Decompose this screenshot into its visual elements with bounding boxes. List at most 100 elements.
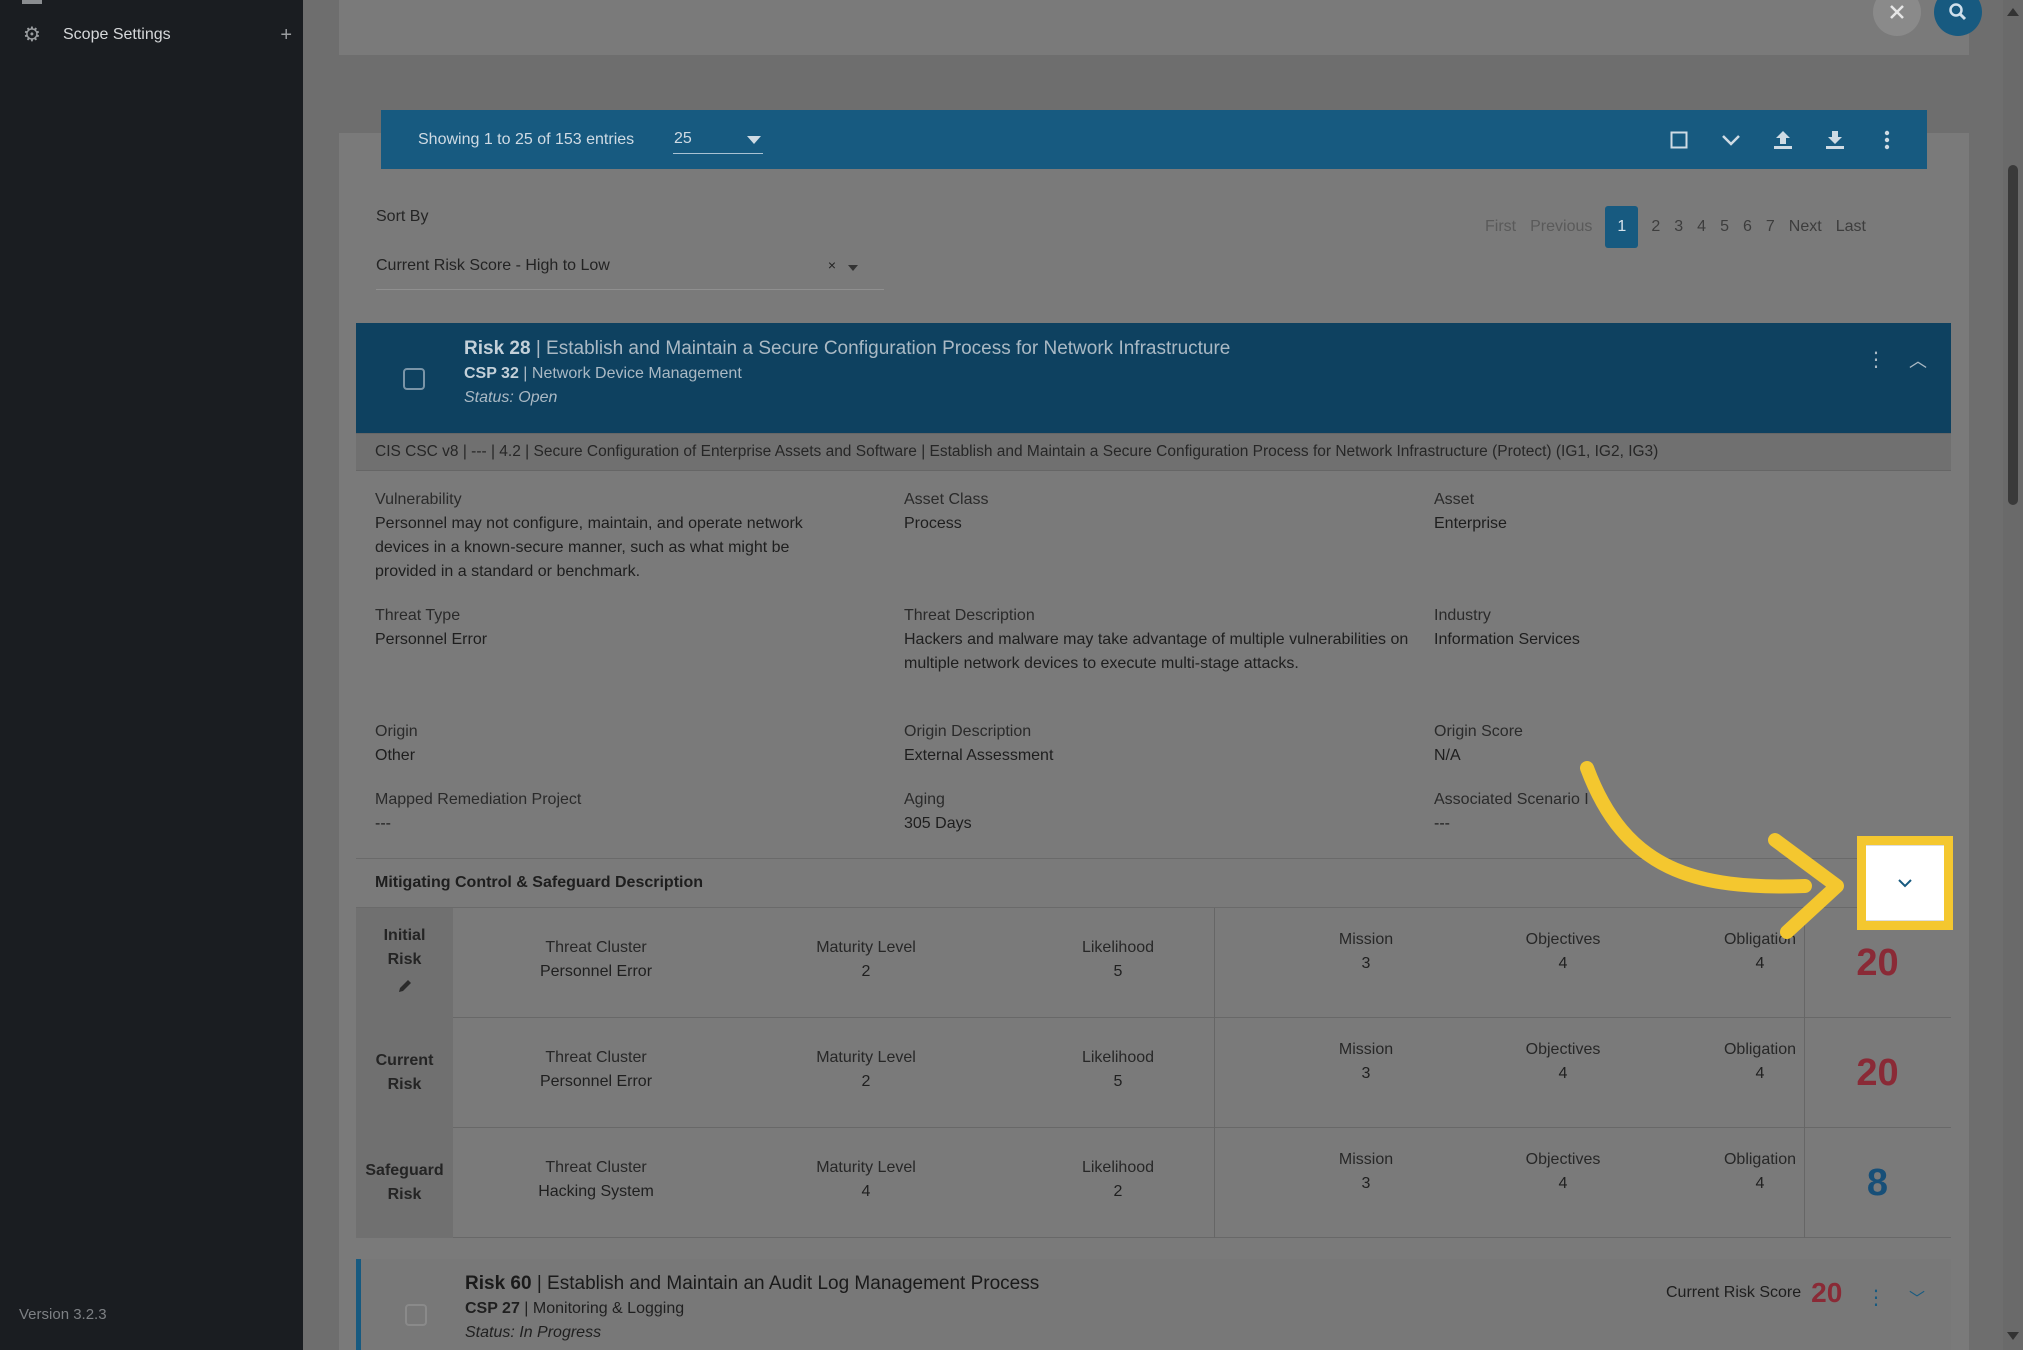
- annotation-arrow: [1580, 761, 1844, 939]
- row-label-line: Safeguard: [365, 1162, 444, 1179]
- risk-csp: CSP 32 | Network Device Management: [464, 365, 742, 382]
- current-risk-row: Current Risk Threat Cluster Personnel Err…: [356, 1018, 1951, 1128]
- pencil-icon: [398, 980, 411, 992]
- field-value: N/A: [1434, 747, 1461, 764]
- kebab-icon: [1884, 130, 1890, 149]
- page-number[interactable]: 5: [1720, 218, 1729, 236]
- page-number[interactable]: 1: [1605, 206, 1639, 248]
- kebab-icon[interactable]: ⋮: [1866, 1285, 1886, 1310]
- page-last[interactable]: Last: [1836, 218, 1866, 236]
- page-number[interactable]: 4: [1697, 218, 1706, 236]
- divider: [1214, 1128, 1215, 1238]
- vertical-scrollbar[interactable]: [2003, 0, 2023, 1350]
- per-page-select[interactable]: 25: [673, 124, 763, 154]
- checkbox-icon: [1670, 131, 1688, 148]
- field-value: External Assessment: [904, 747, 1054, 764]
- field-label: Associated Scenario I: [1434, 791, 1589, 808]
- cell-label: Maturity Level: [816, 1159, 916, 1176]
- upload-button[interactable]: [1771, 128, 1795, 152]
- page-next[interactable]: Next: [1789, 218, 1822, 236]
- asset-class-field: Asset Class Process: [904, 488, 988, 536]
- likelihood-cell: Likelihood 2: [1028, 1156, 1208, 1204]
- field-label: Aging: [904, 791, 945, 808]
- threat-type-field: Threat Type Personnel Error: [375, 604, 487, 652]
- mission-cell: Mission 3: [1296, 928, 1436, 976]
- chevron-up-icon[interactable]: ︿: [1909, 347, 1927, 373]
- page-number[interactable]: 3: [1674, 218, 1683, 236]
- search-button[interactable]: [1934, 0, 1982, 36]
- page-number[interactable]: 6: [1743, 218, 1752, 236]
- cell-value: 3: [1361, 955, 1371, 972]
- risk-card[interactable]: Risk 60 | Establish and Maintain an Audi…: [356, 1259, 1951, 1350]
- field-label: Origin: [375, 723, 418, 740]
- risk-csp: CSP 27 | Monitoring & Logging: [465, 1300, 685, 1317]
- cell-label: Objectives: [1525, 1151, 1601, 1168]
- field-label: Origin Score: [1434, 723, 1523, 740]
- per-page-value: 25: [674, 129, 692, 147]
- origin-field: Origin Other: [375, 720, 418, 768]
- scroll-down-icon[interactable]: [2007, 1332, 2019, 1340]
- edit-icon[interactable]: [397, 978, 413, 1002]
- cell-label: Likelihood: [1081, 939, 1155, 956]
- page-number[interactable]: 7: [1766, 218, 1775, 236]
- row-label: Initial Risk: [356, 908, 453, 1018]
- cell-value: 4: [861, 1183, 871, 1200]
- scroll-up-icon[interactable]: [2007, 8, 2019, 16]
- kebab-icon[interactable]: ⋮: [1866, 347, 1886, 372]
- maturity-cell: Maturity Level 2: [776, 1046, 956, 1094]
- current-risk-score: Current Risk Score 20: [1666, 1277, 1842, 1309]
- cell-value: Hacking System: [538, 1183, 654, 1200]
- chevron-down-icon: [747, 136, 761, 144]
- field-value: Other: [375, 747, 416, 764]
- risk-select-checkbox[interactable]: [405, 1304, 427, 1326]
- page-number[interactable]: 2: [1651, 218, 1660, 236]
- maturity-cell: Maturity Level 4: [776, 1156, 956, 1204]
- more-options-button[interactable]: [1875, 128, 1899, 152]
- threat-cluster-cell: Threat Cluster Personnel Error: [506, 1046, 686, 1094]
- safeguard-risk-score: 8: [1866, 1161, 1889, 1204]
- field-value: Hackers and malware may take advantage o…: [904, 631, 1409, 672]
- expand-details-button[interactable]: [1857, 836, 1953, 930]
- scrollbar-thumb[interactable]: [2008, 165, 2018, 505]
- page-first[interactable]: First: [1485, 218, 1516, 236]
- sort-by-select[interactable]: Current Risk Score - High to Low ×: [376, 243, 884, 290]
- origin-description-field: Origin Description External Assessment: [904, 720, 1053, 768]
- field-value: Personnel may not configure, maintain, a…: [375, 515, 803, 580]
- risk-title: Risk 60 | Establish and Maintain an Audi…: [465, 1273, 1040, 1294]
- threat-cluster-cell: Threat Cluster Hacking System: [506, 1156, 686, 1204]
- expand-plus-icon[interactable]: +: [280, 22, 292, 48]
- field-label: Industry: [1434, 607, 1491, 624]
- current-risk-score-value: 20: [1811, 1277, 1843, 1308]
- csp-id: CSP 32: [464, 365, 519, 382]
- cell-label: Maturity Level: [816, 939, 916, 956]
- apps-icon[interactable]: [22, 0, 42, 4]
- origin-score-field: Origin Score N/A: [1434, 720, 1523, 768]
- chevron-down-icon[interactable]: ﹀: [1909, 1285, 1925, 1309]
- risk-select-checkbox[interactable]: [403, 368, 425, 390]
- cell-value: 2: [861, 963, 871, 980]
- clear-icon[interactable]: ×: [828, 257, 836, 273]
- download-button[interactable]: [1823, 128, 1847, 152]
- csp-name: Monitoring & Logging: [532, 1300, 685, 1317]
- cell-value: 5: [1113, 963, 1123, 980]
- associated-scenario-field: Associated Scenario I ---: [1434, 788, 1589, 836]
- cell-value: 4: [1558, 1175, 1568, 1192]
- sidebar-item-scope-settings[interactable]: ⚙ Scope Settings +: [22, 22, 292, 48]
- cell-value: 3: [1361, 1065, 1371, 1082]
- current-risk-score-label: Current Risk Score: [1666, 1284, 1802, 1301]
- current-risk-score: 20: [1856, 1051, 1899, 1094]
- divider: [1214, 1018, 1215, 1128]
- page-previous[interactable]: Previous: [1530, 218, 1592, 236]
- expand-all-button[interactable]: [1719, 128, 1743, 152]
- select-all-checkbox[interactable]: [1667, 128, 1691, 152]
- pagination: First Previous 1 2 3 4 5 6 7 Next Last: [1478, 206, 1873, 248]
- field-label: Vulnerability: [375, 491, 462, 508]
- aging-field: Aging 305 Days: [904, 788, 972, 836]
- field-value: Personnel Error: [375, 631, 488, 648]
- csp-name: Network Device Management: [531, 365, 742, 382]
- cell-label: Threat Cluster: [545, 1159, 647, 1176]
- risk-title-text: Establish and Maintain an Audit Log Mana…: [547, 1273, 1040, 1294]
- close-search-button[interactable]: [1873, 0, 1921, 36]
- cell-value: 3: [1361, 1175, 1371, 1192]
- risk-card-header[interactable]: Risk 28 | Establish and Maintain a Secur…: [356, 323, 1951, 433]
